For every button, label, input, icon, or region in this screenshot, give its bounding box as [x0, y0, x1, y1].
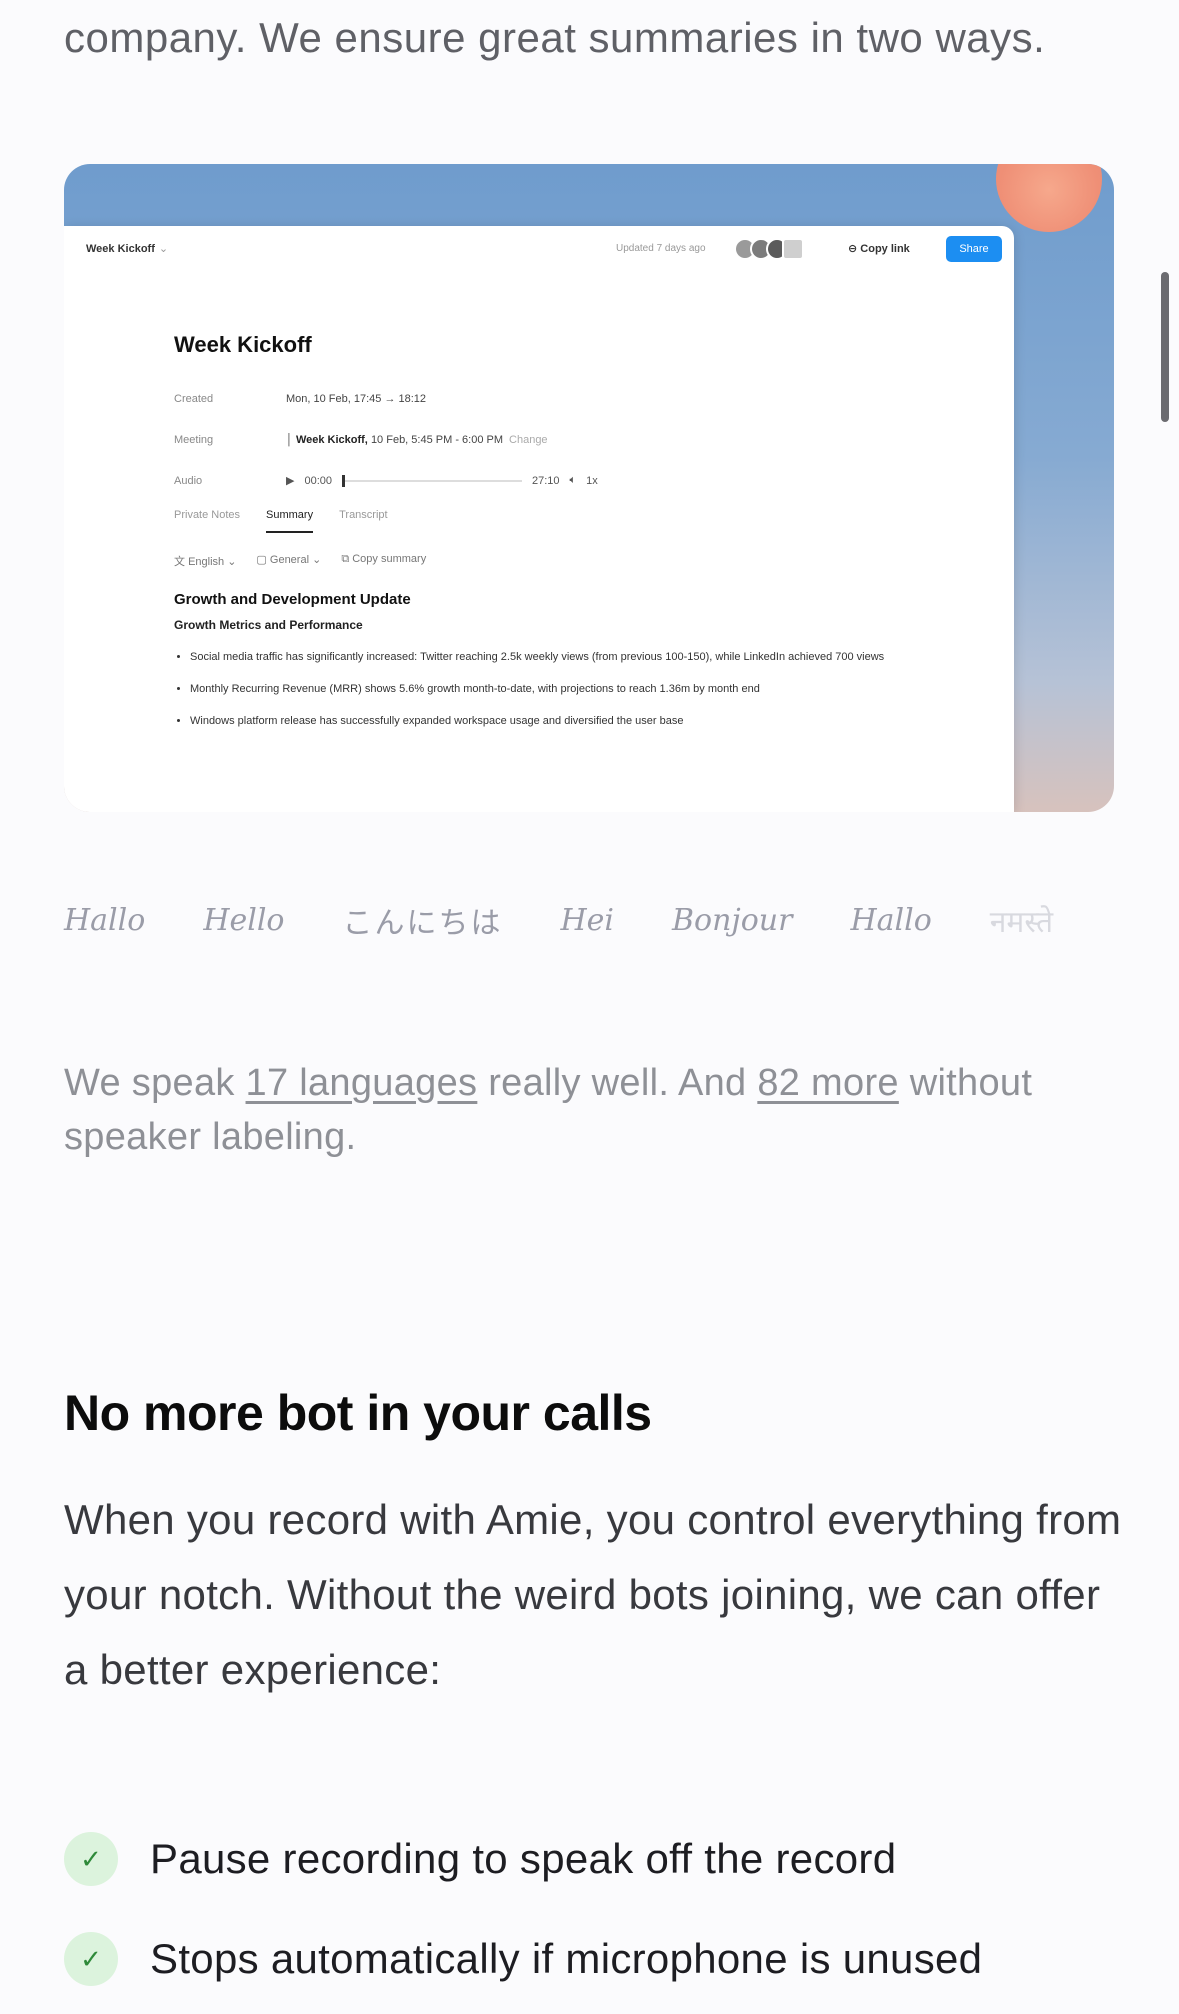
summary-subheading: Growth Metrics and Performance	[174, 618, 363, 632]
language-label: English	[188, 556, 225, 568]
meta-value: │ Week Kickoff, 10 Feb, 5:45 PM - 6:00 P…	[286, 433, 504, 446]
playback-speed[interactable]: 1x	[586, 475, 598, 487]
languages-marquee: Hallo Hello こんにちは Hei Bonjour Hallo नमस्…	[64, 892, 1064, 948]
scrollbar-thumb[interactable]	[1161, 272, 1169, 422]
speak-text: really well. And	[477, 1062, 758, 1104]
summary-bullets: Social media traffic has significantly i…	[174, 646, 910, 732]
check-icon: ✓	[64, 1832, 118, 1886]
meta-label: Created	[174, 392, 214, 405]
tab-summary[interactable]: Summary	[266, 509, 314, 533]
hero-image: Week Kickoff ⌄ Updated 7 days ago ⊖ Copy …	[64, 164, 1114, 812]
window-topbar: Week Kickoff ⌄ Updated 7 days ago ⊖ Copy …	[64, 226, 1014, 270]
meta-row-meeting: Meeting │ Week Kickoff, 10 Feb, 5:45 PM …	[174, 419, 974, 460]
tab-transcript[interactable]: Transcript	[339, 509, 388, 521]
language-select[interactable]: 文 English ⌄	[174, 553, 236, 569]
speak-text: We speak	[64, 1062, 246, 1104]
language-word: Bonjour	[672, 902, 793, 938]
language-word: Hei	[560, 902, 614, 938]
breadcrumb-label: Week Kickoff	[86, 243, 155, 255]
intro-text: company. We ensure great summaries in tw…	[64, 14, 1046, 61]
languages-17-link[interactable]: 17 languages	[246, 1062, 478, 1104]
meeting-name: Week Kickoff,	[295, 433, 368, 446]
copy-summary-button[interactable]: ⧉ Copy summary	[341, 553, 426, 569]
languages-82-link[interactable]: 82 more	[757, 1062, 899, 1104]
summary-heading: Growth and Development Update	[174, 591, 411, 608]
feature-item: ✓ Pause recording to speak off the recor…	[64, 1832, 896, 1886]
scrollbar[interactable]	[1161, 0, 1175, 2014]
avatar	[782, 238, 804, 260]
document: Week Kickoff Created Mon, 10 Feb, 17:45 …	[174, 332, 974, 742]
summary-toolbar: 文 English ⌄ ▢ General ⌄ ⧉ Copy summary	[174, 553, 974, 569]
section-body: When you record with Amie, you control e…	[64, 1496, 1122, 1693]
language-word: こんにちは	[342, 906, 503, 941]
doc-tabs: Private Notes Summary Transcript	[174, 509, 974, 543]
translate-icon: 文	[174, 556, 185, 568]
audio-start-time: 00:00	[304, 474, 332, 487]
avatar-stack	[734, 238, 804, 260]
list-item: Social media traffic has significantly i…	[190, 646, 910, 668]
hero-sun-decoration	[996, 164, 1102, 232]
list-item: Windows platform release has successfull…	[190, 710, 910, 732]
check-icon: ✓	[64, 1932, 118, 1986]
copy-link-button[interactable]: ⊖ Copy link	[848, 242, 910, 255]
section-title: No more bot in your calls	[64, 1385, 652, 1441]
meeting-change-link[interactable]: Change	[509, 434, 548, 446]
meta-value: Mon, 10 Feb, 17:45 → 18:12	[286, 392, 427, 405]
audio-progress-bar[interactable]	[342, 474, 522, 487]
language-word: Hello	[203, 902, 285, 938]
meta-label: Audio	[174, 474, 203, 487]
meeting-time: 10 Feb, 5:45 PM - 6:00 PM	[370, 433, 504, 446]
doc-title: Week Kickoff	[174, 332, 312, 357]
copy-summary-label: Copy summary	[352, 553, 427, 565]
language-word: नमस्ते	[989, 904, 1054, 940]
volume-icon[interactable]: 🔈︎	[570, 474, 577, 487]
chevron-down-icon: ⌄	[158, 243, 169, 255]
breadcrumb: Week Kickoff ⌄	[86, 242, 168, 255]
audio-player: ▶ 00:00 27:10 🔈︎ 1x	[286, 474, 598, 487]
language-word: Hallo	[64, 902, 146, 938]
meta-label: Meeting	[174, 433, 214, 446]
feature-text: Pause recording to speak off the record	[150, 1835, 897, 1882]
template-label: General	[269, 554, 310, 566]
list-item: Monthly Recurring Revenue (MRR) shows 5.…	[190, 678, 910, 700]
tab-private-notes[interactable]: Private Notes	[174, 509, 240, 521]
template-icon: ▢	[256, 554, 267, 566]
copy-icon: ⧉	[341, 553, 350, 565]
languages-paragraph: We speak 17 languages really well. And 8…	[64, 1056, 1104, 1164]
feature-text: Stops automatically if microphone is unu…	[150, 1935, 983, 1982]
meta-row-audio: Audio ▶ 00:00 27:10 🔈︎ 1x	[174, 460, 974, 501]
play-icon[interactable]: ▶	[286, 474, 294, 487]
audio-end-time: 27:10	[532, 474, 560, 487]
meta-row-created: Created Mon, 10 Feb, 17:45 → 18:12	[174, 378, 974, 419]
share-button[interactable]: Share	[946, 236, 1002, 262]
copy-link-label: Copy link	[860, 243, 910, 255]
language-word: Hallo	[850, 902, 932, 938]
updated-text: Updated 7 days ago	[616, 243, 706, 254]
template-select[interactable]: ▢ General ⌄	[256, 553, 321, 569]
feature-item: ✓ Stops automatically if microphone is u…	[64, 1932, 982, 1986]
app-window-preview: Week Kickoff ⌄ Updated 7 days ago ⊖ Copy …	[64, 226, 1014, 812]
